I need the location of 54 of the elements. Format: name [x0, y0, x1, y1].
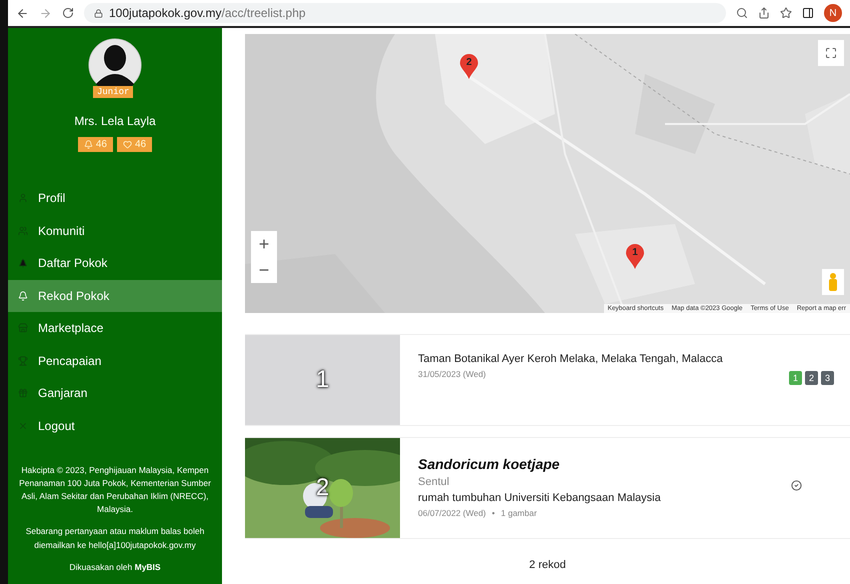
page-button[interactable]: 3 [821, 371, 834, 385]
user-name: Mrs. Lela Layla [74, 114, 156, 128]
reload-icon[interactable] [62, 7, 74, 19]
notifications-counter: 46 [78, 137, 113, 152]
record-number: 1 [316, 366, 330, 394]
species-name: Sandoricum koetjape [418, 456, 561, 472]
location-text: rumah tumbuhan Universiti Kebangsaan Malaysia [418, 492, 662, 504]
date-text: 06/07/2022 (Wed) [418, 508, 486, 518]
close-icon [18, 420, 28, 431]
nav-item[interactable]: Daftar Pokok [8, 247, 222, 280]
footer-text: Dikuasakan oleh MyBIS [68, 560, 162, 574]
location-text: Taman Botanikal Ayer Keroh Melaka, Melaka Tengah, Malacca [418, 353, 724, 365]
address-bar[interactable]: 100jutapokok.gov.my/acc/treelist.php [84, 3, 726, 23]
trophy-icon [18, 356, 28, 366]
nav-item[interactable]: Komuniti [8, 214, 222, 247]
photo-count: 1 gambar [500, 508, 537, 518]
page-button[interactable]: 2 [805, 371, 818, 385]
separator-dot: • [492, 508, 495, 518]
nav-item[interactable]: Marketplace [8, 312, 222, 344]
tree-icon [18, 258, 28, 268]
person-icon [828, 273, 838, 291]
gift-icon [18, 388, 28, 398]
footer-text: Hakcipta © 2023, Penghijauan Malaysia, Kempen Penanaman 100 Juta Pokok, Kementerian Sumber Asli, Alam Sekitar dan Perubahan Iklim (NRECC), Malaysia. [18, 464, 212, 516]
record-count: 2 rekod [529, 559, 566, 571]
url-host: 100jutapokok.gov.my [109, 6, 222, 20]
nav-item[interactable]: Logout [8, 410, 222, 442]
store-icon [18, 323, 28, 334]
fullscreen-button[interactable] [818, 40, 844, 66]
nav-item[interactable]: Ganjaran [8, 377, 222, 410]
users-icon [18, 226, 28, 236]
fullscreen-icon [825, 47, 837, 59]
lock-icon [94, 8, 103, 18]
level-badge: Junior [93, 86, 134, 98]
bell-icon [84, 140, 93, 149]
url-path: /acc/treelist.php [222, 6, 306, 20]
share-icon[interactable] [758, 7, 770, 19]
profile-avatar[interactable]: N [824, 4, 842, 22]
bell-icon [18, 290, 28, 301]
map-marker[interactable]: 2 [460, 54, 478, 79]
nav-item[interactable]: Rekod Pokok [8, 280, 222, 312]
nav-item[interactable]: Pencapaian [8, 344, 222, 377]
search-icon[interactable] [736, 7, 748, 19]
local-name: Sentul [418, 476, 450, 488]
nav-item[interactable]: Profil [8, 182, 222, 214]
map-marker[interactable]: 1 [626, 244, 644, 269]
date-text: 31/05/2023 (Wed) [418, 369, 486, 379]
back-icon[interactable] [16, 6, 29, 20]
footer-text: Sebarang pertanyaan atau maklum balas boleh diemailkan ke hello[a]100jutapokok.gov.my [24, 525, 206, 552]
side-panel-icon[interactable] [802, 7, 814, 19]
user-icon [18, 193, 28, 204]
record-card[interactable]: 1 Taman Botanikal Ayer Keroh Melaka, Melaka Tengah, Malacca 31/05/2023 (Wed) 1 2 3 [245, 334, 850, 426]
likes-counter: 46 [117, 137, 152, 152]
bookmark-icon[interactable] [780, 7, 792, 19]
heart-icon [123, 140, 132, 149]
